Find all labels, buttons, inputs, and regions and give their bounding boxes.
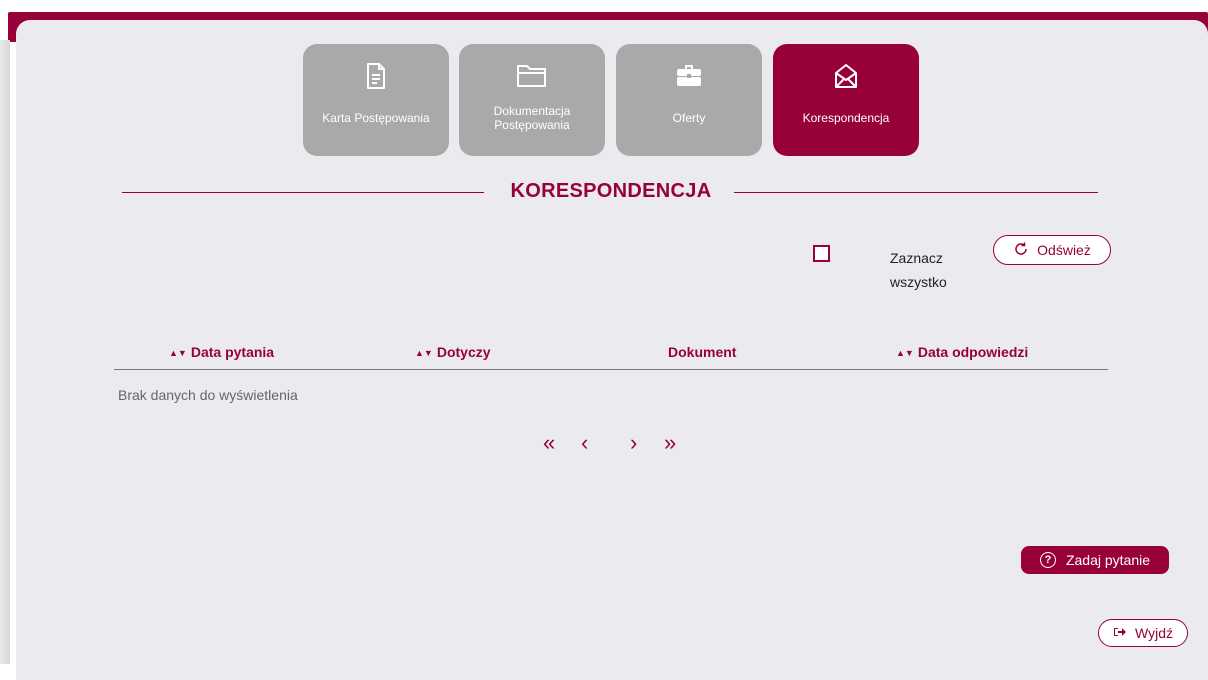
folder-icon [459, 62, 605, 92]
ask-question-button[interactable]: ? Zadaj pytanie [1021, 546, 1169, 574]
left-edge [0, 40, 10, 664]
sort-icon: ▲▼ [896, 348, 914, 358]
exit-button[interactable]: Wyjdź [1098, 619, 1188, 647]
sort-icon: ▲▼ [169, 348, 187, 358]
column-header-label: Data pytania [190, 344, 275, 360]
column-header-label: Data odpowiedzi [917, 344, 1029, 360]
section-title: KORESPONDENCJA [510, 180, 712, 202]
empty-table-message: Brak danych do wyświetlenia [118, 387, 298, 403]
refresh-icon [1013, 241, 1029, 260]
tab-label: Karta Postępowania [322, 111, 430, 125]
select-all-label: Zaznacz wszystko [890, 250, 947, 290]
main-panel: Karta Postępowania Dokumentacja Postępow… [16, 20, 1208, 680]
select-all-checkbox[interactable] [813, 245, 830, 262]
column-header-dokument: Dokument [668, 344, 736, 360]
tab-oferty[interactable]: Oferty [616, 44, 762, 156]
tab-karta-postepowania[interactable]: Karta Postępowania [303, 44, 449, 156]
column-header-label: Dokument [668, 344, 737, 360]
ask-question-label: Zadaj pytanie [1065, 552, 1151, 568]
tab-dokumentacja-postepowania[interactable]: Dokumentacja Postępowania [459, 44, 605, 156]
refresh-label: Odśwież [1037, 242, 1091, 258]
column-header-data-odpowiedzi[interactable]: ▲▼ Data odpowiedzi [896, 344, 1028, 360]
tab-label: Oferty [672, 111, 706, 125]
column-header-data-pytania[interactable]: ▲▼ Data pytania [169, 344, 274, 360]
envelope-open-icon [773, 62, 919, 92]
tab-korespondencja[interactable]: Korespondencja [773, 44, 919, 156]
document-icon [303, 62, 449, 92]
first-page-button[interactable]: « [543, 431, 555, 455]
exit-icon [1113, 625, 1127, 641]
refresh-button[interactable]: Odśwież [993, 235, 1111, 265]
column-header-dotyczy[interactable]: ▲▼ Dotyczy [415, 344, 491, 360]
next-page-button[interactable]: › [630, 431, 637, 455]
briefcase-icon [616, 62, 762, 92]
heading-rule-left [122, 192, 484, 193]
last-page-button[interactable]: » [664, 431, 676, 455]
previous-page-button[interactable]: ‹ [581, 431, 588, 455]
table-header-divider [114, 369, 1108, 370]
exit-label: Wyjdź [1135, 625, 1173, 641]
question-icon: ? [1039, 552, 1056, 568]
tab-label: Dokumentacja Postępowania [493, 104, 571, 132]
heading-rule-right [734, 192, 1098, 193]
tab-label: Korespondencja [802, 111, 890, 125]
column-header-label: Dotyczy [436, 344, 491, 360]
sort-icon: ▲▼ [415, 348, 433, 358]
